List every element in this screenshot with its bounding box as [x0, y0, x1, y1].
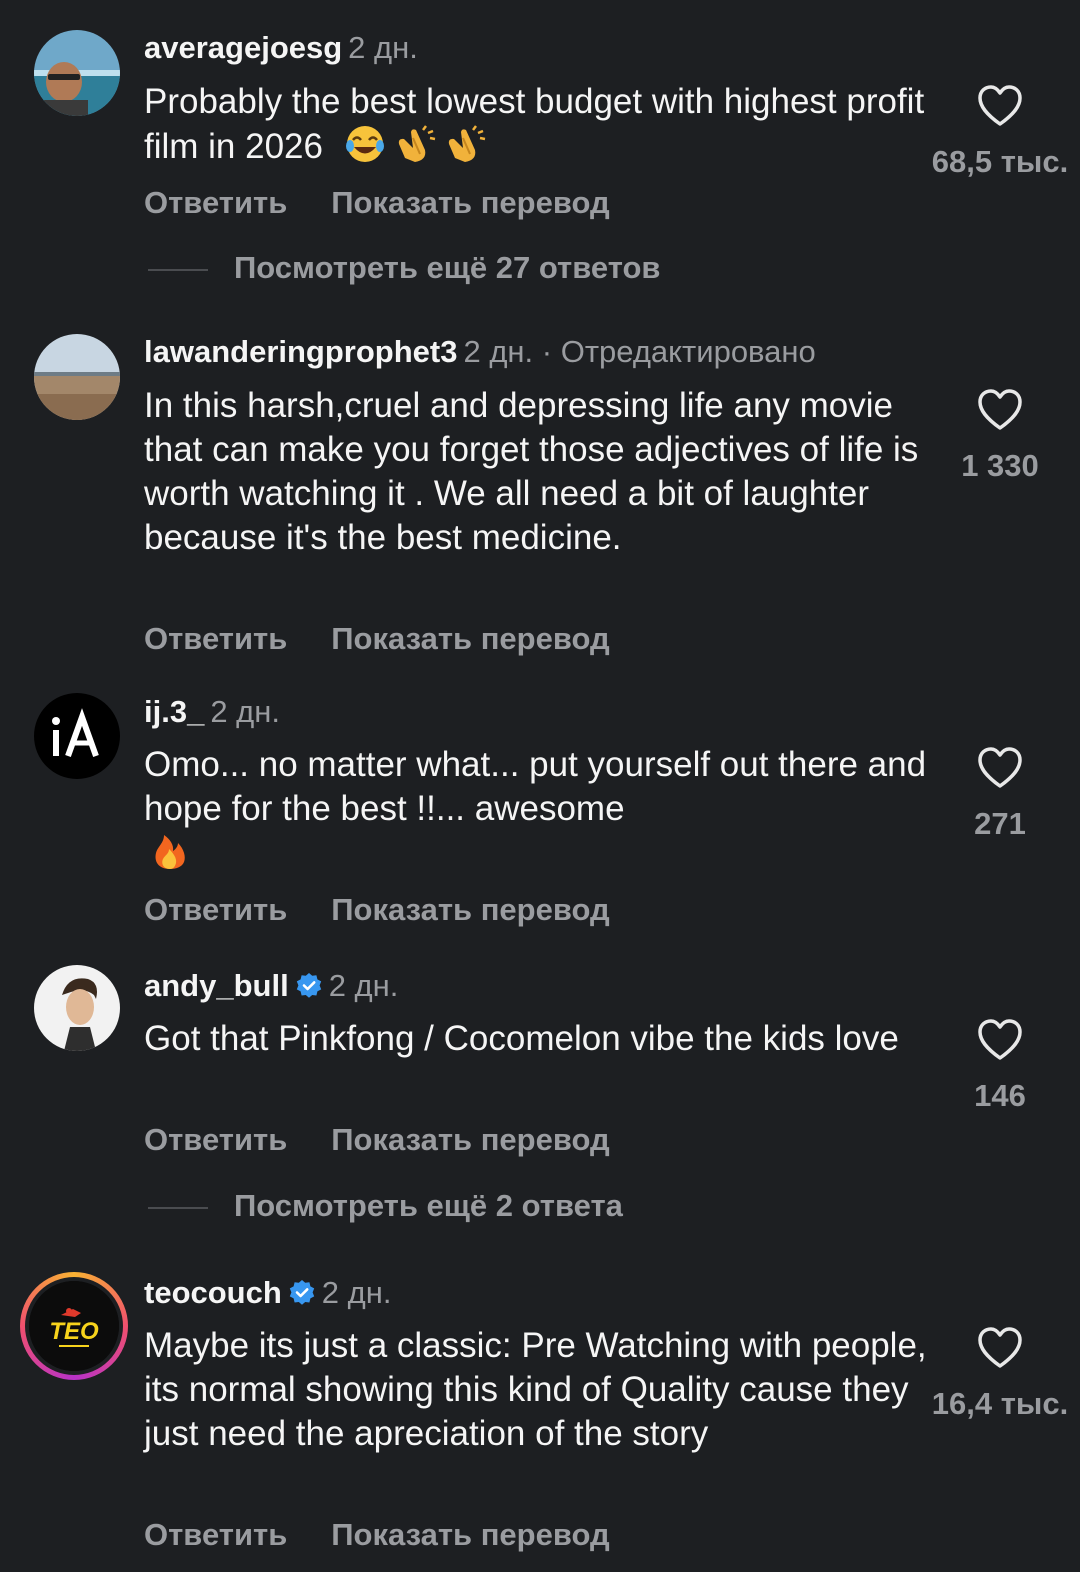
story-ring-gap: TEO [25, 1277, 123, 1375]
like-area: 16,4 тыс. [920, 1326, 1080, 1422]
comment-header: teocouch 2 дн. [144, 1275, 391, 1311]
avatar[interactable] [34, 965, 120, 1051]
comment-time: 2 дн. [348, 30, 418, 65]
comment-body: Got that Pinkfong / Cocomelon vibe the k… [144, 1019, 899, 1058]
username[interactable]: lawanderingprophet3 [144, 334, 457, 369]
comment-text: Probably the best lowest budget with hig… [144, 80, 934, 169]
like-area: 271 [920, 746, 1080, 842]
comment-header: andy_bull 2 дн. [144, 968, 398, 1004]
show-translation-button[interactable]: Показать перевод [331, 621, 609, 656]
avatar[interactable] [34, 693, 120, 779]
heart-icon[interactable] [976, 388, 1024, 432]
like-count: 68,5 тыс. [931, 144, 1069, 179]
comment-body: Omo... no matter what... put yourself ou… [144, 745, 927, 828]
comment-actions: Ответить Показать перевод [144, 621, 610, 657]
like-count: 271 [974, 806, 1026, 841]
show-translation-button[interactable]: Показать перевод [331, 892, 609, 927]
avatar[interactable] [34, 334, 120, 420]
clapping-hands-icon [398, 125, 435, 162]
teo-logo-icon: TEO [29, 1281, 119, 1371]
username[interactable]: ij.3_ [144, 694, 204, 729]
comment-body: Maybe its just a classic: Pre Watching w… [144, 1326, 927, 1453]
show-translation-button[interactable]: Показать перевод [331, 1517, 609, 1552]
comment-time: 2 дн. [321, 1275, 392, 1310]
reply-button[interactable]: Ответить [144, 1517, 287, 1552]
ia-logo-icon [34, 693, 120, 779]
comment-actions: Ответить Показать перевод [144, 1122, 610, 1158]
comment-actions: Ответить Показать перевод [144, 1517, 610, 1553]
comment-body: Probably the best lowest budget with hig… [144, 82, 925, 166]
avatar-photo-icon [34, 334, 120, 420]
heart-icon[interactable] [976, 1018, 1024, 1062]
view-more-replies[interactable]: Посмотреть ещё 27 ответов [148, 250, 660, 286]
show-translation-button[interactable]: Показать перевод [331, 185, 609, 220]
like-count: 146 [974, 1078, 1026, 1113]
divider-line [148, 1206, 208, 1209]
teo-logo-text: TEO [49, 1318, 99, 1345]
heart-icon[interactable] [976, 746, 1024, 790]
reply-button[interactable]: Ответить [144, 185, 287, 220]
username[interactable]: teocouch [144, 1275, 282, 1310]
like-count: 1 330 [961, 448, 1039, 483]
avatar-photo-icon [34, 30, 120, 116]
view-more-label: Посмотреть ещё 2 ответа [234, 1188, 623, 1223]
comment-time: 2 дн. [210, 694, 281, 729]
avatar-photo-icon [34, 965, 120, 1051]
comment-text: Got that Pinkfong / Cocomelon vibe the k… [144, 1017, 934, 1061]
comment-text: Maybe its just a classic: Pre Watching w… [144, 1324, 934, 1456]
comment-header: lawanderingprophet3 2 дн. · Отредактирова… [144, 334, 816, 370]
fire-emoji-icon [155, 835, 185, 869]
avatar: TEO [29, 1281, 119, 1371]
like-area: 146 [920, 1018, 1080, 1114]
comment-header: ij.3_ 2 дн. [144, 694, 280, 730]
divider-line [148, 268, 208, 271]
view-more-replies[interactable]: Посмотреть ещё 2 ответа [148, 1188, 623, 1224]
verified-badge-icon [289, 1280, 314, 1305]
show-translation-button[interactable]: Показать перевод [331, 1122, 609, 1157]
like-area: 1 330 [920, 388, 1080, 484]
avatar[interactable] [34, 30, 120, 116]
reply-button[interactable]: Ответить [144, 1122, 287, 1157]
comment-time: 2 дн. [328, 968, 399, 1003]
comment-actions: Ответить Показать перевод [144, 892, 610, 928]
joy-emoji-icon [345, 126, 384, 162]
reply-button[interactable]: Ответить [144, 621, 287, 656]
comment-header: averagejoesg 2 дн. [144, 30, 418, 66]
heart-icon[interactable] [976, 1326, 1024, 1370]
username[interactable]: averagejoesg [144, 30, 342, 65]
view-more-label: Посмотреть ещё 27 ответов [234, 250, 661, 285]
comment-text: In this harsh,cruel and depressing life … [144, 384, 934, 560]
comment-body: In this harsh,cruel and depressing life … [144, 386, 919, 557]
like-count: 16,4 тыс. [931, 1386, 1069, 1421]
reply-button[interactable]: Ответить [144, 892, 287, 927]
comment-text: Omo... no matter what... put yourself ou… [144, 743, 934, 876]
clapping-hands-icon [448, 125, 485, 162]
like-area: 68,5 тыс. [920, 84, 1080, 180]
avatar-with-story[interactable]: TEO [20, 1272, 128, 1380]
comment-actions: Ответить Показать перевод [144, 185, 610, 221]
comment-time: 2 дн. · Отредактировано [463, 334, 816, 369]
verified-badge-icon [296, 973, 321, 998]
username[interactable]: andy_bull [144, 968, 289, 1003]
heart-icon[interactable] [976, 84, 1024, 128]
